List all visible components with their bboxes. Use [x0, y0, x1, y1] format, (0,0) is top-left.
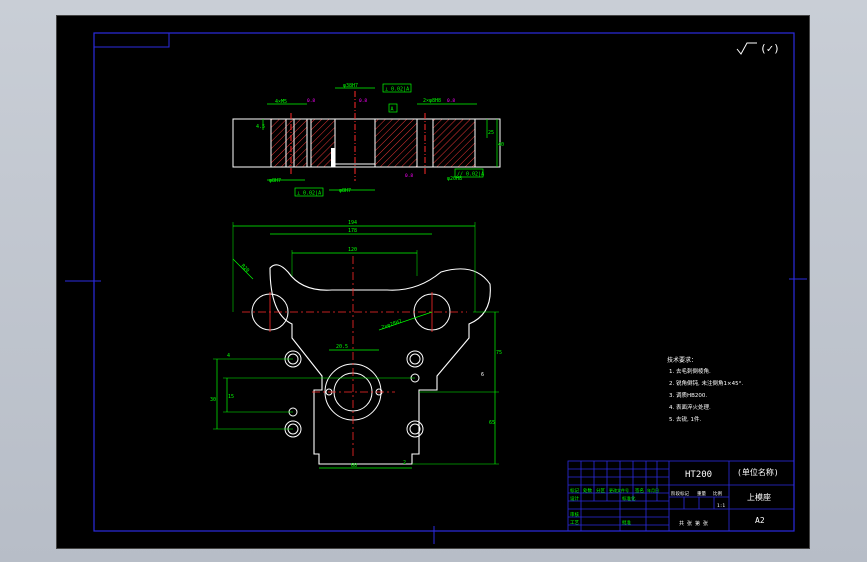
- note-2: 2. 锐角倒钝, 未注倒角1×45°.: [669, 379, 743, 387]
- dim-guide-holes: 2×φ28H7: [381, 319, 403, 331]
- label-process: 工艺: [570, 520, 579, 526]
- label-change: 更改文件号: [609, 487, 629, 493]
- label-stage: 阶段标记: [671, 490, 689, 497]
- section-view: φ38H7 4×M5 2×φ8H8 25 40 4.5 φ8H7 φ8H7 φ2…: [232, 83, 504, 197]
- label-standard: 标准化: [622, 495, 636, 502]
- scale-value: 1:1: [717, 503, 725, 509]
- label-sheets: 共 张 第 张: [679, 520, 708, 527]
- dim-pin-right: 2×φ8H8: [423, 98, 441, 104]
- dim-height-40: 40: [498, 142, 504, 148]
- dim-note-6: 6: [481, 372, 484, 378]
- sheet-frame: [65, 32, 807, 544]
- label-sign: 签名: [635, 487, 644, 494]
- dim-height-30: 30: [210, 397, 216, 403]
- surface-mark-text: (✓): [760, 42, 780, 55]
- dim-pin-top: 4×M5: [275, 99, 287, 105]
- company-name: (单位名称): [737, 467, 779, 477]
- note-4: 4. 表面淬火处理.: [669, 403, 711, 411]
- roughness-3: 0.8: [307, 98, 315, 104]
- dim-width-178: 178: [348, 228, 357, 234]
- cad-viewport[interactable]: (✓) φ38H7 4×M5 2×φ8H8 25 40 4.5 φ8H7 φ8H…: [56, 15, 810, 549]
- geo-tol-2: ⊥ 0.02|A: [297, 191, 321, 197]
- dim-width-60: 60: [351, 463, 357, 469]
- part-name: 上模座: [747, 492, 771, 502]
- dim-bottom-mid: φ8H7: [339, 188, 351, 194]
- dim-bottom-left: φ8H7: [269, 178, 281, 184]
- note-3: 3. 调质HB200.: [669, 391, 707, 399]
- drawing-canvas: (✓) φ38H7 4×M5 2×φ8H8 25 40 4.5 φ8H7 φ8H…: [65, 32, 807, 544]
- label-date: 年月日: [647, 487, 659, 493]
- plan-view: 194 178 120 20.5 60 R20 2×φ28H7 75 65 30…: [210, 220, 502, 469]
- technical-notes: 技术要求： 1. 去毛刺倒棱角. 2. 锐角倒钝, 未注倒角1×45°. 3. …: [667, 356, 743, 423]
- roughness-4: 0.8: [447, 98, 455, 104]
- drawing-number: A2: [755, 516, 765, 525]
- geo-tol-1: ⊥ 0.02|A: [385, 87, 409, 93]
- dim-note-2: 2: [403, 460, 406, 466]
- datum-a: A: [391, 107, 394, 113]
- dim-height-65: 65: [489, 420, 495, 426]
- geo-tol-3: // 0.02|A: [457, 172, 484, 178]
- label-review: 审核: [570, 511, 579, 518]
- label-ratio: 比例: [713, 490, 722, 497]
- label-zone: 分区: [596, 487, 605, 494]
- dim-height-75: 75: [496, 350, 502, 356]
- dim-width-205: 20.5: [336, 344, 348, 350]
- note-5: 5. 去锐, 1件.: [669, 415, 701, 423]
- note-1: 1. 去毛刺倒棱角.: [669, 367, 711, 375]
- dim-radius: R20: [240, 263, 251, 274]
- dim-note-4: 4: [227, 353, 230, 359]
- dim-height-15: 15: [228, 394, 234, 400]
- roughness-1: 0.8: [359, 98, 367, 104]
- dim-bore-top: φ38H7: [343, 83, 358, 89]
- label-count: 处数: [583, 487, 592, 494]
- dim-height-45: 4.5: [256, 124, 265, 130]
- roughness-2: 0.8: [405, 173, 413, 179]
- notes-title: 技术要求：: [667, 356, 697, 364]
- label-designer: 设计: [570, 495, 579, 502]
- label-weight: 重量: [697, 490, 706, 497]
- dim-width-194: 194: [348, 220, 357, 226]
- label-approve: 批准: [622, 519, 631, 526]
- material-text: HT200: [685, 470, 712, 480]
- dim-height-25: 25: [488, 130, 494, 136]
- dim-width-120: 120: [348, 247, 357, 253]
- surface-roughness-mark: (✓): [736, 42, 780, 55]
- label-mark: 标记: [570, 487, 579, 494]
